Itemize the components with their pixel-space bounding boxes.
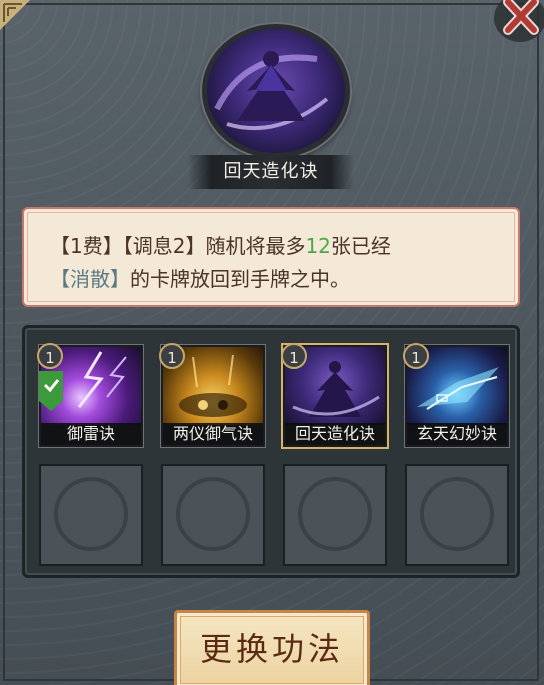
- skill-name-banner: 回天造化诀: [188, 155, 354, 189]
- change-skill-button[interactable]: 更换功法: [174, 610, 370, 685]
- skill-icon-large: [202, 24, 350, 158]
- card-label: 回天造化诀: [285, 423, 385, 445]
- empty-slot-ring: [298, 477, 372, 551]
- card-label: 两仪御气诀: [163, 423, 263, 445]
- card-label: 玄天幻妙诀: [407, 423, 507, 445]
- description-line-2: 【消散】的卡牌放回到手牌之中。: [50, 263, 350, 292]
- cost-badge: 1: [281, 343, 307, 369]
- close-icon: [494, 0, 544, 42]
- close-button[interactable]: [484, 0, 544, 48]
- skill-description-box: 【1费】【调息2】随机将最多12张已经 【消散】的卡牌放回到手牌之中。: [22, 207, 520, 307]
- description-text: 【1费】【调息2】随机将最多: [50, 234, 306, 258]
- empty-card-slot[interactable]: [39, 464, 143, 566]
- skill-card-xuantian[interactable]: 玄天幻妙诀 1: [403, 343, 509, 447]
- skill-card-huitian[interactable]: 回天造化诀 1: [281, 343, 387, 447]
- description-text: 张已经: [330, 234, 391, 258]
- description-text: 的卡牌放回到手牌之中。: [130, 267, 350, 291]
- cost-badge: 1: [159, 343, 185, 369]
- empty-card-slot[interactable]: [161, 464, 265, 566]
- empty-card-slot[interactable]: [405, 464, 509, 566]
- cost-badge: 1: [403, 343, 429, 369]
- card-label: 御雷诀: [41, 423, 141, 445]
- empty-slot-ring: [176, 477, 250, 551]
- purple-robed-figure-icon: [214, 51, 329, 131]
- skill-card-liangyi[interactable]: 两仪御气诀 1: [159, 343, 265, 447]
- skill-card-yulei[interactable]: 御雷诀 1: [37, 343, 143, 447]
- description-number: 12: [305, 234, 331, 258]
- corner-ornament-icon: [0, 0, 30, 30]
- skill-detail-panel: 回天造化诀 【1费】【调息2】随机将最多12张已经 【消散】的卡牌放回到手牌之中…: [0, 0, 544, 685]
- cost-badge: 1: [37, 343, 63, 369]
- skill-card-grid: 御雷诀 1 两仪御气诀 1 回天造化诀 1 玄天幻妙诀 1: [22, 325, 520, 578]
- description-line-1: 【1费】【调息2】随机将最多12张已经: [50, 230, 391, 259]
- empty-card-slot[interactable]: [283, 464, 387, 566]
- empty-slot-ring: [420, 477, 494, 551]
- equipped-check-icon: [39, 371, 63, 411]
- description-keyword: 【消散】: [50, 267, 130, 291]
- empty-slot-ring: [54, 477, 128, 551]
